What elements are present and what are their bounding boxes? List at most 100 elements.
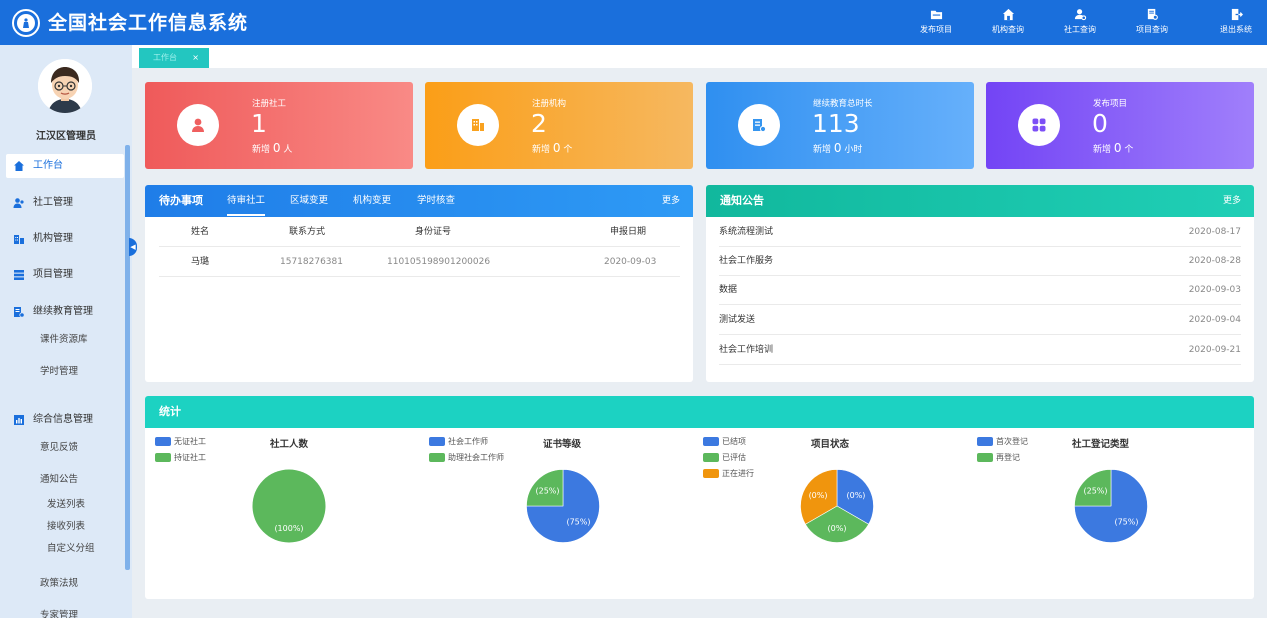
app-header: 全国社会工作信息系统 发布项目 机构查询 社工查询 项目查询 退出系统 <box>0 0 1267 45</box>
sidebar-subitem-courseware[interactable]: 课件资源库 <box>0 333 124 347</box>
col-name: 姓名 <box>191 227 210 237</box>
notice-item-date: 2020-08-28 <box>1188 256 1241 266</box>
chart-legend: 无证社工 持证社工 <box>155 436 206 468</box>
tab-label: 工作台 <box>153 53 177 62</box>
legend-item[interactable]: 社会工作师 <box>429 436 504 452</box>
list-item[interactable]: 社会工作服务 2020-08-28 <box>719 246 1241 276</box>
stat-sub: 新增 0 个 <box>532 141 573 155</box>
chart-worker-count: (0%)(100%)无证社工持证社工社工人数 <box>145 428 419 598</box>
todo-header: 待办事项 待审社工 区域变更 机构变更 学时核查 更多 <box>145 185 693 217</box>
nav-social-worker-query[interactable]: 社工查询 <box>1050 8 1110 36</box>
home-icon <box>14 161 24 171</box>
legend-label: 再登记 <box>996 453 1020 462</box>
admin-name: 江汉区管理员 <box>36 131 96 142</box>
sidebar-subitem-policy[interactable]: 政策法规 <box>0 577 124 591</box>
stat-card-education-hours: 继续教育总时长 113 新增 0 小时 <box>706 82 974 169</box>
stat-value: 0 <box>1092 109 1108 138</box>
sidebar-scrollbar[interactable] <box>125 145 130 570</box>
legend-label: 已结项 <box>722 437 746 446</box>
sidebar-subitem-feedback[interactable]: 意见反馈 <box>0 441 124 455</box>
nav-label: 社工查询 <box>1064 25 1096 34</box>
pie-slice-label: (100%) <box>274 524 303 533</box>
legend-swatch <box>155 453 171 462</box>
document-search-icon <box>1147 8 1158 20</box>
stat-icon-wrapper <box>177 104 219 146</box>
table-row[interactable]: 马璐 15718276381 110105198901200026 2020-0… <box>159 247 680 277</box>
chart-legend: 首次登记 再登记 <box>977 436 1028 468</box>
sidebar-collapse-button[interactable]: ◀ <box>129 238 137 256</box>
chart-project-status: (0%) (0%) (0%) 已结项 已评估 正在进行 项目状态 <box>693 428 967 598</box>
tab-region-change[interactable]: 区域变更 <box>290 185 328 217</box>
notice-item-date: 2020-09-03 <box>1188 285 1241 295</box>
legend-label: 首次登记 <box>996 437 1028 446</box>
stat-icon-wrapper <box>457 104 499 146</box>
user-search-icon <box>1074 9 1086 21</box>
sidebar-item-workbench[interactable]: 工作台 <box>6 154 124 178</box>
nav-logout[interactable]: 退出系统 <box>1206 8 1266 36</box>
todo-more-link[interactable]: 更多 <box>662 185 680 217</box>
nav-label: 退出系统 <box>1220 25 1252 34</box>
stat-icon-wrapper <box>738 104 780 146</box>
chart-title: 证书等级 <box>543 439 582 450</box>
stat-value: 1 <box>251 109 267 138</box>
sidebar-item-continuing-education[interactable]: 继续教育管理 <box>0 300 124 324</box>
nav-label: 发布项目 <box>920 25 952 34</box>
sidebar-subitem-experts[interactable]: 专家管理 <box>0 609 124 618</box>
sidebar-item-organization[interactable]: 机构管理 <box>0 227 124 251</box>
pie-slice-label: (75%) <box>1114 517 1138 526</box>
tab-pending-workers[interactable]: 待审社工 <box>227 185 266 217</box>
stat-card-social-workers: 注册社工 1 新增 0 人 <box>145 82 413 169</box>
tab-workbench[interactable]: 工作台 × <box>139 48 209 68</box>
tab-org-change[interactable]: 机构变更 <box>353 185 391 217</box>
cell-phone: 15718276381 <box>280 257 343 267</box>
chart-title: 项目状态 <box>811 439 850 450</box>
sidebar-subitem-notice[interactable]: 通知公告 <box>0 473 124 487</box>
sidebar-item-label: 项目管理 <box>33 269 73 280</box>
pie-slice-label: (25%) <box>1083 487 1107 496</box>
legend-item[interactable]: 再登记 <box>977 452 1028 468</box>
stats-header: 统计 <box>145 396 1254 428</box>
legend-swatch <box>429 453 445 462</box>
legend-item[interactable]: 已评估 <box>703 452 754 468</box>
sidebar-item-social-worker[interactable]: 社工管理 <box>0 191 124 215</box>
list-item[interactable]: 社会工作培训 2020-09-21 <box>719 335 1241 365</box>
notice-item-title: 系统流程测试 <box>719 227 774 237</box>
chevron-left-icon: ◀ <box>130 243 136 251</box>
sidebar-item-project[interactable]: 项目管理 <box>0 263 124 287</box>
user-profile: 江汉区管理员 <box>0 45 132 145</box>
sidebar-item-label: 工作台 <box>33 160 63 171</box>
close-icon[interactable]: × <box>192 48 199 68</box>
sidebar-item-label: 社工管理 <box>33 197 73 208</box>
legend-item[interactable]: 持证社工 <box>155 452 206 468</box>
legend-item[interactable]: 首次登记 <box>977 436 1028 452</box>
list-item[interactable]: 数据 2020-09-03 <box>719 275 1241 305</box>
list-item[interactable]: 测试发送 2020-09-04 <box>719 305 1241 335</box>
grid-icon <box>1032 118 1046 132</box>
notice-item-date: 2020-09-04 <box>1188 315 1241 325</box>
sidebar-subitem-custom-group[interactable]: 自定义分组 <box>0 542 124 556</box>
avatar <box>38 59 92 113</box>
notice-item-date: 2020-08-17 <box>1188 227 1241 237</box>
sidebar-item-comprehensive-info[interactable]: 综合信息管理 <box>0 408 124 432</box>
sidebar-subitem-send-list[interactable]: 发送列表 <box>0 498 124 512</box>
sidebar-subitem-credit-hours[interactable]: 学时管理 <box>0 365 124 379</box>
building-icon <box>14 235 24 244</box>
list-item[interactable]: 系统流程测试 2020-08-17 <box>719 217 1241 247</box>
nav-org-query[interactable]: 机构查询 <box>978 8 1038 36</box>
legend-item[interactable]: 已结项 <box>703 436 754 452</box>
avatar-icon <box>38 59 92 113</box>
stats-panel: 统计 (0%) (100%) 无证社工持证社工 社工人数 (75%) (25%) 社会工作… <box>145 396 1254 599</box>
legend-item[interactable]: 正在进行 <box>703 468 754 484</box>
sidebar-item-label: 机构管理 <box>33 233 73 244</box>
notice-more-link[interactable]: 更多 <box>1223 185 1241 217</box>
col-phone: 联系方式 <box>289 227 326 237</box>
sidebar-subitem-receive-list[interactable]: 接收列表 <box>0 520 124 534</box>
legend-item[interactable]: 无证社工 <box>155 436 206 452</box>
legend-swatch <box>703 469 719 478</box>
legend-item[interactable]: 助理社会工作师 <box>429 452 504 468</box>
cell-date: 2020-09-03 <box>604 257 657 267</box>
nav-project-query[interactable]: 项目查询 <box>1122 8 1182 36</box>
nav-publish-project[interactable]: 发布项目 <box>906 8 966 36</box>
tab-hours-check[interactable]: 学时核查 <box>417 185 455 217</box>
chart-registration-type: (75%) (25%) 首次登记 再登记 社工登记类型 <box>967 428 1241 598</box>
